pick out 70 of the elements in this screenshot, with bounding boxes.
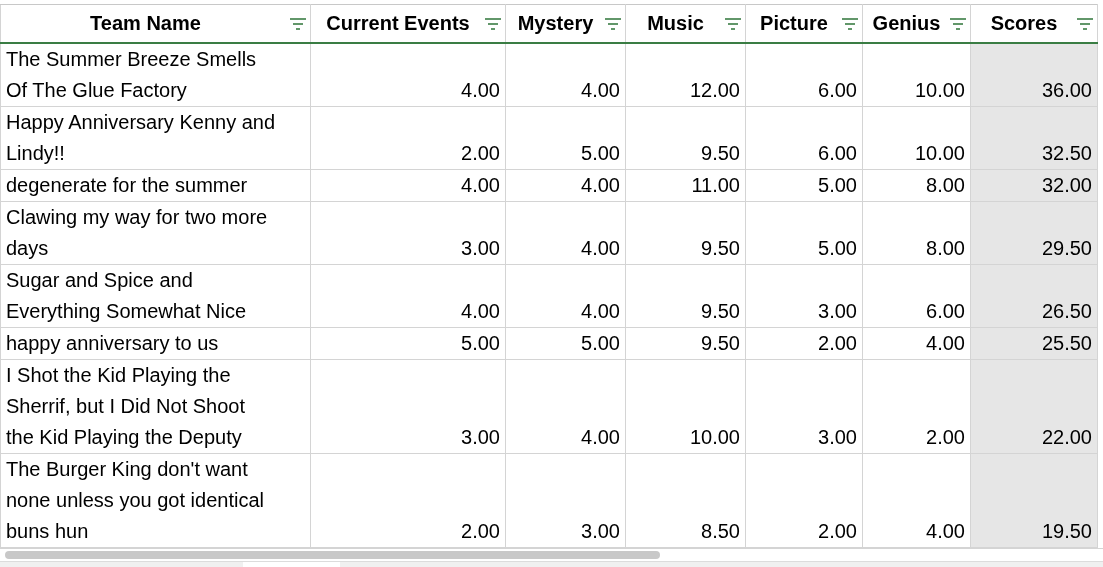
column-header: Genius [871, 12, 942, 35]
column-header: Music [646, 12, 705, 35]
score-cell: 12.00 [625, 43, 746, 107]
column-header: Mystery [516, 12, 595, 35]
score-cell: 2.00 [310, 106, 506, 170]
score-total-cell: 32.00 [970, 169, 1098, 202]
filter-icon[interactable] [724, 16, 742, 31]
score-total-cell: 25.50 [970, 327, 1098, 360]
score-cell: 4.00 [505, 201, 626, 265]
score-cell: 6.00 [745, 43, 863, 107]
score-cell: 8.50 [625, 453, 746, 548]
team-name-cell: Happy Anniversary Kenny and Lindy!! [0, 106, 311, 170]
team-name-cell: happy anniversary to us [0, 327, 311, 360]
filter-icon[interactable] [1076, 16, 1094, 31]
score-cell: 9.50 [625, 264, 746, 328]
score-total-cell: 29.50 [970, 201, 1098, 265]
team-name-cell: I Shot the Kid Playing the Sherrif, but I Did Not Shoot the Kid Playing the Deputy [0, 359, 311, 454]
score-cell: 4.00 [505, 264, 626, 328]
score-total-cell: 26.50 [970, 264, 1098, 328]
score-cell: 8.00 [862, 201, 971, 265]
score-total-cell: 19.50 [970, 453, 1098, 548]
score-cell: 9.50 [625, 327, 746, 360]
score-cell: 3.00 [505, 453, 626, 548]
scrollbar-thumb[interactable] [5, 551, 660, 559]
score-cell: 4.00 [505, 43, 626, 107]
score-cell: 4.00 [505, 169, 626, 202]
score-total-cell: 22.00 [970, 359, 1098, 454]
score-cell: 10.00 [862, 106, 971, 170]
score-cell: 10.00 [862, 43, 971, 107]
score-cell: 5.00 [745, 169, 863, 202]
score-cell: 10.00 [625, 359, 746, 454]
score-cell: 2.00 [745, 327, 863, 360]
score-cell: 4.00 [862, 453, 971, 548]
team-name-cell: degenerate for the summer [0, 169, 311, 202]
filter-icon[interactable] [604, 16, 622, 31]
score-cell: 4.00 [310, 43, 506, 107]
column-header: Scores [989, 12, 1059, 35]
team-name-cell: Clawing my way for two more days [0, 201, 311, 265]
score-total-cell: 32.50 [970, 106, 1098, 170]
score-cell: 4.00 [310, 264, 506, 328]
score-cell: 2.00 [745, 453, 863, 548]
team-name-cell: The Burger King don't want none unless you got identical buns hun [0, 453, 311, 548]
filter-icon[interactable] [841, 16, 859, 31]
score-cell: 5.00 [505, 327, 626, 360]
score-cell: 2.00 [310, 453, 506, 548]
score-cell: 3.00 [745, 359, 863, 454]
column-header: Current Events [325, 12, 471, 35]
score-cell: 5.00 [505, 106, 626, 170]
score-cell: 6.00 [862, 264, 971, 328]
score-cell: 4.00 [310, 169, 506, 202]
score-cell: 3.00 [745, 264, 863, 328]
score-total-cell: 36.00 [970, 43, 1098, 107]
column-header: Picture [759, 12, 829, 35]
score-cell: 5.00 [745, 201, 863, 265]
score-cell: 4.00 [862, 327, 971, 360]
score-cell: 3.00 [310, 201, 506, 265]
column-header: Team Name [89, 12, 202, 35]
filter-icon[interactable] [949, 16, 967, 31]
score-cell: 3.00 [310, 359, 506, 454]
score-cell: 6.00 [745, 106, 863, 170]
score-cell: 9.50 [625, 106, 746, 170]
score-cell: 2.00 [862, 359, 971, 454]
team-name-cell: The Summer Breeze Smells Of The Glue Factory [0, 43, 311, 107]
score-cell: 4.00 [505, 359, 626, 454]
filter-icon[interactable] [484, 16, 502, 31]
score-cell: 5.00 [310, 327, 506, 360]
score-cell: 9.50 [625, 201, 746, 265]
score-cell: 11.00 [625, 169, 746, 202]
score-cell: 8.00 [862, 169, 971, 202]
filter-icon[interactable] [289, 16, 307, 31]
